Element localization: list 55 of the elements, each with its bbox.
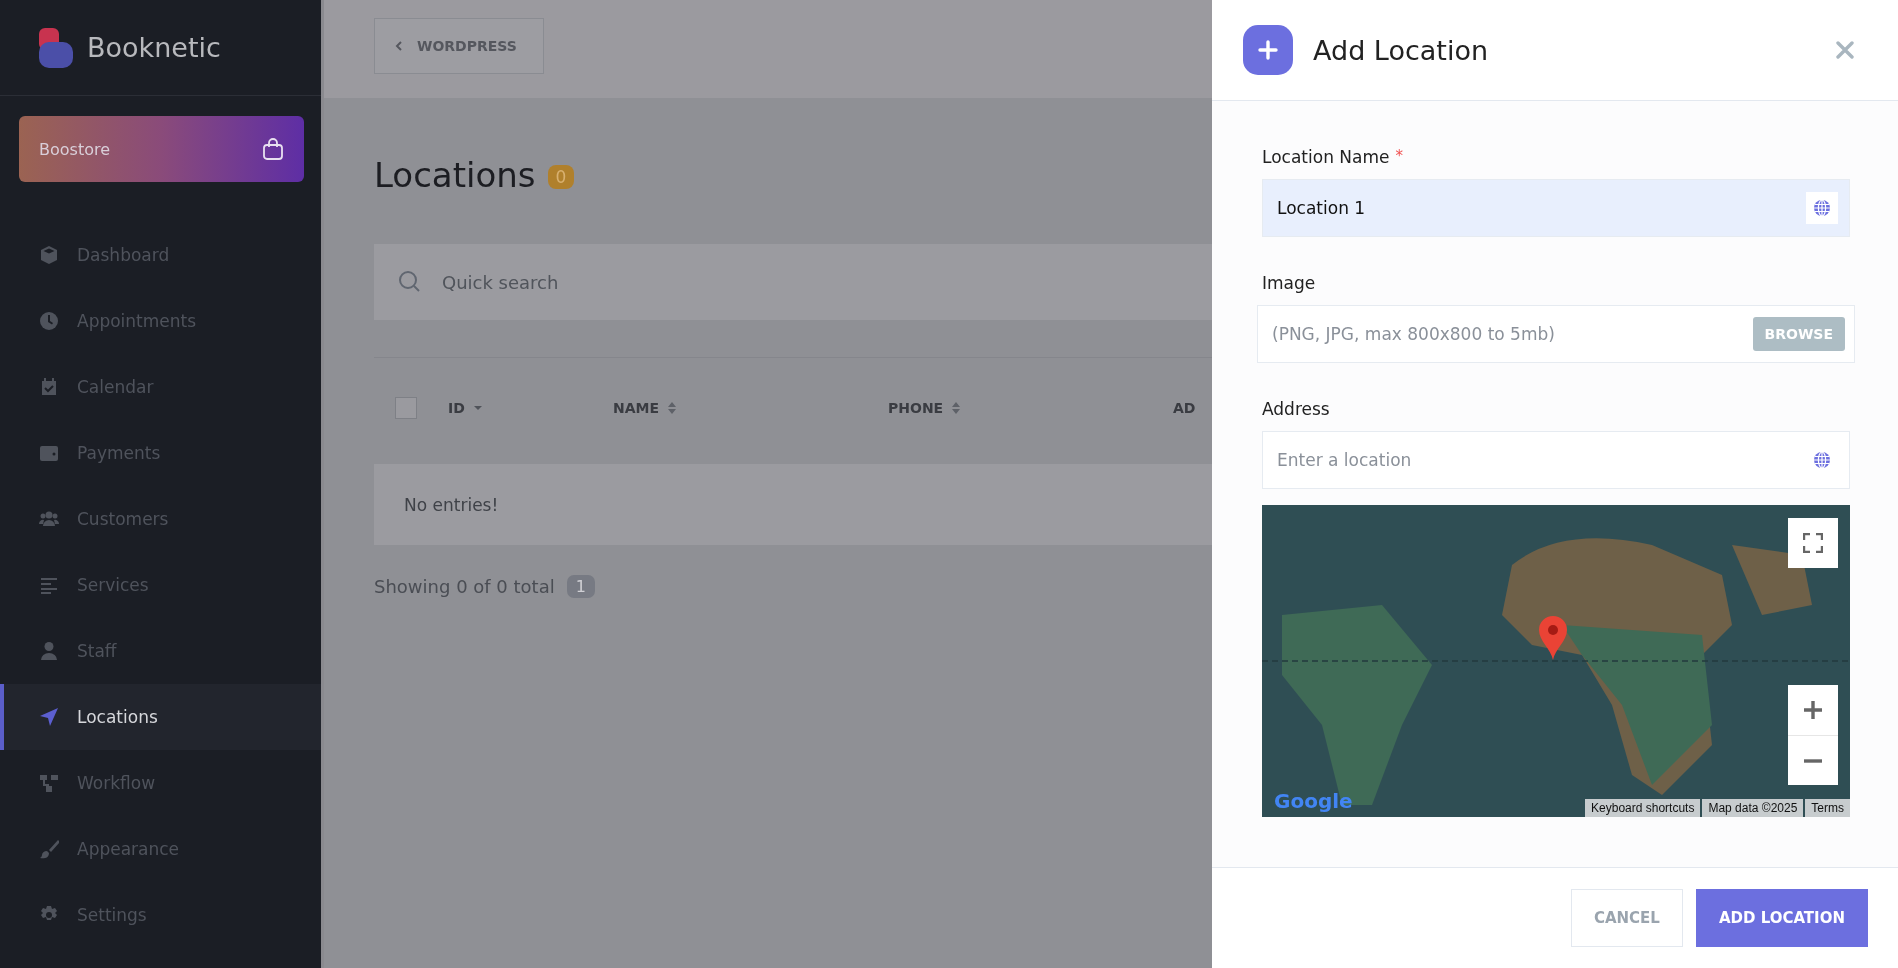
field-label: Image [1262, 273, 1316, 293]
globe-icon[interactable] [1813, 451, 1831, 469]
panel-title: Add Location [1313, 34, 1490, 66]
field-label: Location Name [1262, 147, 1390, 167]
search-icon [398, 270, 422, 294]
submit-button[interactable]: ADD LOCATION [1695, 889, 1868, 947]
globe-icon[interactable] [1813, 199, 1831, 217]
wallet-icon [39, 443, 59, 463]
brush-icon [39, 839, 59, 859]
map-pin-icon[interactable] [1538, 615, 1568, 661]
input-field[interactable]: Enter a location [1262, 431, 1850, 489]
sort-icon [667, 401, 678, 415]
cube-icon [39, 245, 59, 265]
required-mark: * [1395, 147, 1403, 167]
plus-icon [1803, 700, 1823, 720]
navigation-arrow-icon [39, 707, 59, 727]
plus-icon [1243, 25, 1293, 75]
pagination-summary: Showing 0 of 0 total [374, 576, 555, 597]
store-button[interactable]: Boostore [19, 116, 304, 182]
fullscreen-icon [1803, 533, 1823, 553]
flowchart-icon [39, 773, 59, 793]
count-badge: 0 [547, 165, 575, 189]
field-label: Address [1262, 399, 1330, 419]
users-icon [39, 509, 59, 529]
minus-icon [1803, 758, 1823, 763]
map-logo: Google [1274, 789, 1353, 813]
lines-icon [39, 575, 59, 595]
logo-icon [39, 27, 73, 68]
browse-button[interactable]: BROWSE [1752, 317, 1845, 351]
brand-name: Booknetic [87, 32, 221, 63]
calendar-icon [39, 377, 59, 397]
sort-down-icon [472, 405, 483, 411]
column-header[interactable]: NAME [613, 400, 660, 416]
user-icon [39, 641, 59, 661]
chevron-left-icon [395, 41, 403, 51]
input-field[interactable]: Location 1 [1262, 179, 1850, 237]
fullscreen-button[interactable] [1788, 518, 1838, 568]
map-attribution-link[interactable]: Terms [1805, 799, 1850, 817]
column-header[interactable]: PHONE [888, 400, 944, 416]
select-all-checkbox[interactable] [395, 397, 417, 419]
sidebar-item[interactable]: Locations [0, 684, 321, 750]
search-field[interactable]: Quick search [374, 244, 1212, 320]
map-attribution-link[interactable]: Map data ©2025 [1702, 799, 1804, 817]
column-header[interactable]: AD [1173, 400, 1196, 416]
cancel-button[interactable]: CANCEL [1570, 889, 1683, 947]
back-button[interactable]: WORDPRESS [374, 18, 544, 74]
sort-icon [951, 401, 962, 415]
map-placeholder[interactable]: Google Keyboard shortcuts Map data ©2025 Terms [1262, 505, 1850, 817]
shopping-bag-icon [262, 137, 284, 161]
page-title: Locations [374, 155, 536, 195]
clock-icon [39, 311, 59, 331]
map-attribution-link[interactable]: Keyboard shortcuts [1585, 799, 1701, 817]
column-header[interactable]: ID [448, 400, 465, 416]
page-button[interactable]: 1 [566, 575, 595, 598]
empty-message: No entries! [404, 494, 499, 515]
